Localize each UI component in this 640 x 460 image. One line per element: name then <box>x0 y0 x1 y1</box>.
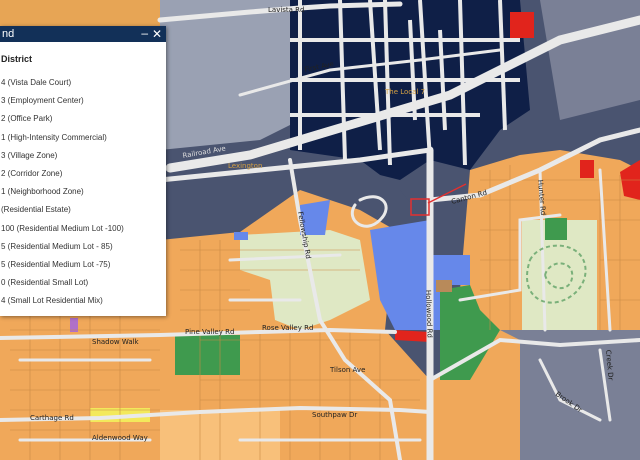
label-hollowood: Hollowood Rd <box>424 290 434 338</box>
legend-title: nd <box>2 28 15 40</box>
label-rose: Rose Valley Rd <box>262 324 313 332</box>
legend-body: District 4 (Vista Dale Court) 3 (Employm… <box>0 42 166 310</box>
zone-green-south <box>175 335 240 375</box>
zone-brown <box>436 280 452 292</box>
zone-office-park-nw <box>160 0 300 150</box>
label-lexington: Lexington <box>228 162 262 170</box>
legend-item: 0 (Residential Small Lot) <box>1 278 89 288</box>
legend-item: 5 (Residential Medium Lot - 85) <box>1 241 113 251</box>
legend-item: 1 (High-Intensity Commercial) <box>1 132 107 142</box>
legend-panel: nd – ✕ District 4 (Vista Dale Court) 3 (… <box>0 26 166 316</box>
label-lavista: Lavista Rd <box>268 6 305 14</box>
label-aldenwood: Aldenwood Way <box>92 434 148 442</box>
zone-commercial-red-ne <box>510 12 534 38</box>
zone-office-park-tiny <box>234 232 248 240</box>
legend-item: (Residential Estate) <box>1 205 71 215</box>
label-carthage: Carthage Rd <box>30 414 74 422</box>
zone-green-east <box>545 218 567 240</box>
legend-header: nd – ✕ <box>0 26 166 42</box>
label-valley: Pine Valley Rd <box>185 328 234 336</box>
legend-item: 2 (Office Park) <box>1 114 53 124</box>
label-tilson: Tilson Ave <box>329 366 365 374</box>
legend-item: 5 (Residential Medium Lot -75) <box>1 259 111 269</box>
label-shadow: Shadow Walk <box>92 338 140 346</box>
zone-employment-se <box>500 330 640 460</box>
legend-heading: District <box>1 54 33 64</box>
legend-item: 3 (Village Zone) <box>1 150 58 160</box>
label-local: The Local 7 <box>384 88 425 96</box>
zone-red-east <box>580 160 594 178</box>
minimize-icon[interactable]: – <box>141 26 148 40</box>
legend-item: 4 (Small Lot Residential Mix) <box>1 296 103 306</box>
label-southpaw: Southpaw Dr <box>312 411 357 419</box>
zone-residential-nw <box>0 0 160 26</box>
legend-item: 4 (Vista Dale Court) <box>1 78 72 87</box>
legend-item: 3 (Employment Center) <box>1 96 84 106</box>
zone-red-strip <box>395 330 430 342</box>
legend-item: 100 (Residential Medium Lot -100) <box>1 223 124 233</box>
legend-item: 2 (Corridor Zone) <box>1 168 63 178</box>
close-icon[interactable]: ✕ <box>152 27 162 41</box>
legend-item: 1 (Neighborhood Zone) <box>1 187 84 197</box>
